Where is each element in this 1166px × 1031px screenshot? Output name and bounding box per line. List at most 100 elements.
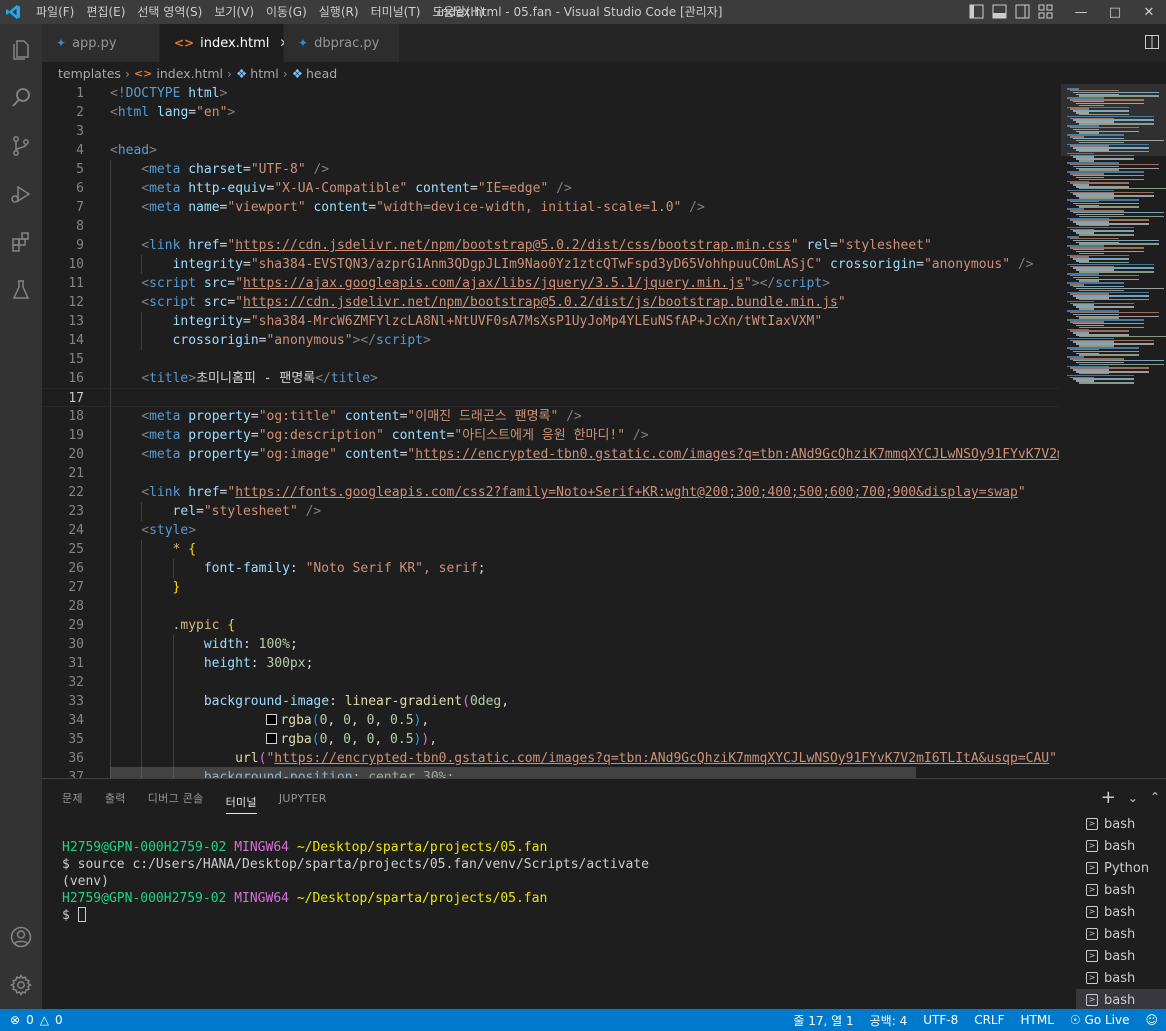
source-control-icon[interactable] bbox=[6, 131, 36, 161]
menu-item[interactable]: 이동(G) bbox=[260, 0, 313, 24]
code-line: 3 bbox=[42, 122, 1059, 141]
html-icon: <> bbox=[174, 36, 195, 50]
line-ending[interactable]: CRLF bbox=[974, 1013, 1004, 1027]
line-number: 20 bbox=[68, 447, 84, 462]
minimize-button[interactable]: — bbox=[1064, 0, 1098, 24]
indent-guide bbox=[110, 711, 111, 730]
terminal-list-item[interactable]: > bash bbox=[1076, 901, 1166, 923]
menu-item[interactable]: 보기(V) bbox=[208, 0, 260, 24]
line-number: 24 bbox=[68, 523, 84, 538]
code-text: integrity="sha384-EVSTQN3/azprG1Anm3QDgp… bbox=[173, 255, 1034, 274]
warning-icon: △ bbox=[39, 1013, 49, 1027]
encoding[interactable]: UTF-8 bbox=[923, 1013, 958, 1027]
menu-item[interactable]: 터미널(T) bbox=[365, 0, 427, 24]
code-token: = bbox=[243, 314, 251, 329]
terminal-user: H2759@GPN-000H2759-02 bbox=[62, 891, 227, 906]
minimap[interactable] bbox=[1059, 84, 1166, 778]
new-terminal-plus-icon[interactable]: + bbox=[1101, 787, 1116, 808]
activity-bar bbox=[0, 24, 42, 1009]
extensions-icon[interactable] bbox=[6, 227, 36, 257]
python-icon: ✦ bbox=[298, 36, 309, 50]
settings-gear-icon[interactable] bbox=[6, 970, 36, 1000]
split-editor-icon[interactable] bbox=[1144, 34, 1160, 50]
close-window-button[interactable]: ✕ bbox=[1132, 0, 1166, 24]
terminal-list-item[interactable]: > bash bbox=[1076, 879, 1166, 901]
terminal-list-item[interactable]: > bash bbox=[1076, 989, 1166, 1011]
go-live-button[interactable]: ☉ Go Live bbox=[1070, 1013, 1130, 1027]
tab-index-html[interactable]: <> index.html ✕ bbox=[160, 24, 289, 62]
line-number: 8 bbox=[76, 219, 84, 234]
terminal-list-item[interactable]: > bash bbox=[1076, 835, 1166, 857]
code-token: content bbox=[336, 409, 400, 424]
code-token: "IE=edge" bbox=[477, 181, 549, 196]
problems-status[interactable]: ⊗ 0 △ 0 bbox=[0, 1013, 63, 1027]
tab-dbprac-py[interactable]: ✦ dbprac.py bbox=[284, 24, 400, 62]
breadcrumb-symbol-head[interactable]: head bbox=[306, 66, 337, 81]
chevron-right-icon: › bbox=[124, 65, 130, 81]
testing-flask-icon[interactable] bbox=[6, 275, 36, 305]
code-token: 초미니홈피 - 팬명록 bbox=[196, 371, 316, 386]
indent-guide bbox=[110, 540, 111, 559]
terminal-output[interactable]: H2759@GPN-000H2759-02 MINGW64 ~/Desktop/… bbox=[62, 839, 649, 924]
panel-tab[interactable]: 문제 bbox=[62, 779, 83, 817]
toggle-secondary-sidebar-icon[interactable] bbox=[1014, 3, 1031, 20]
tab-app-py[interactable]: ✦ app.py bbox=[42, 24, 160, 62]
terminal-list-item[interactable]: > bash bbox=[1076, 945, 1166, 967]
color-swatch-icon[interactable] bbox=[266, 714, 278, 725]
code-text: <meta property="og:title" content="이매진 드… bbox=[141, 407, 582, 426]
code-line: 29 .mypic { bbox=[42, 616, 1059, 635]
language-mode[interactable]: HTML bbox=[1021, 1013, 1054, 1027]
toggle-panel-icon[interactable] bbox=[991, 3, 1008, 20]
code-token: = bbox=[250, 447, 259, 462]
breadcrumb-file[interactable]: index.html bbox=[156, 66, 223, 81]
code-token: "viewport" bbox=[227, 200, 306, 215]
code-editor[interactable]: 1 <!DOCTYPE html> 2 <html lang="en"> 3 4 <head… bbox=[42, 84, 1059, 778]
terminal-list-item[interactable]: > Python bbox=[1076, 857, 1166, 879]
code-token: content bbox=[407, 181, 471, 196]
code-line: 31 height: 300px; bbox=[42, 654, 1059, 673]
indent-guide bbox=[110, 749, 111, 768]
indent-guide bbox=[110, 407, 111, 426]
code-token: " bbox=[235, 276, 244, 291]
line-number: 13 bbox=[68, 314, 84, 329]
maximize-button[interactable]: □ bbox=[1098, 0, 1132, 24]
panel-tab[interactable]: JUPYTER bbox=[279, 779, 327, 817]
menu-item[interactable]: 파일(F) bbox=[30, 0, 80, 24]
terminal-list-item[interactable]: > bash bbox=[1076, 967, 1166, 989]
indentation[interactable]: 공백: 4 bbox=[870, 1012, 908, 1029]
code-text: width: 100%; bbox=[204, 635, 298, 654]
indent-guide bbox=[110, 293, 111, 312]
code-token: "anonymous" bbox=[266, 333, 353, 348]
horizontal-scrollbar[interactable] bbox=[110, 767, 916, 778]
explorer-icon[interactable] bbox=[6, 35, 36, 65]
breadcrumb-folder[interactable]: templates bbox=[58, 66, 121, 81]
cursor-position[interactable]: 줄 17, 열 1 bbox=[793, 1012, 853, 1029]
run-debug-icon[interactable] bbox=[6, 179, 36, 209]
accounts-icon[interactable] bbox=[6, 922, 36, 952]
menu-item[interactable]: 선택 영역(S) bbox=[131, 0, 208, 24]
color-swatch-icon[interactable] bbox=[266, 733, 278, 744]
code-token: > bbox=[822, 276, 831, 291]
code-token: "stylesheet" bbox=[203, 504, 298, 519]
customize-layout-icon[interactable] bbox=[1037, 3, 1054, 20]
code-token: 0deg bbox=[469, 694, 502, 709]
panel-tab[interactable]: 터미널 bbox=[225, 783, 257, 814]
indent-guide bbox=[141, 749, 143, 768]
menu-item[interactable]: 실행(R) bbox=[313, 0, 365, 24]
code-token: < bbox=[141, 523, 150, 538]
search-icon[interactable] bbox=[6, 83, 36, 113]
terminal-list-item[interactable]: > bash bbox=[1076, 923, 1166, 945]
terminal-list-item[interactable]: > bash bbox=[1076, 813, 1166, 835]
chevron-down-icon[interactable]: ⌄ bbox=[1128, 791, 1138, 808]
code-line: 25 * { bbox=[42, 540, 1059, 559]
chevron-up-icon[interactable]: ⌃ bbox=[1150, 790, 1160, 808]
panel-tab[interactable]: 디버그 콘솔 bbox=[148, 779, 204, 817]
title-bar: 파일(F) 편집(E) 선택 영역(S) 보기(V) 이동(G) 실행(R) 터미널(T) 도… bbox=[0, 0, 1166, 24]
breadcrumb-symbol-html[interactable]: html bbox=[250, 66, 278, 81]
panel-tab[interactable]: 출력 bbox=[105, 779, 126, 817]
code-line: 16 <title>초미니홈피 - 팬명록</title> bbox=[42, 369, 1059, 388]
feedback-icon[interactable]: ☺ bbox=[1145, 1013, 1158, 1027]
toggle-sidebar-icon[interactable] bbox=[968, 3, 985, 20]
code-token: .mypic bbox=[172, 618, 220, 633]
menu-item[interactable]: 편집(E) bbox=[80, 0, 131, 24]
